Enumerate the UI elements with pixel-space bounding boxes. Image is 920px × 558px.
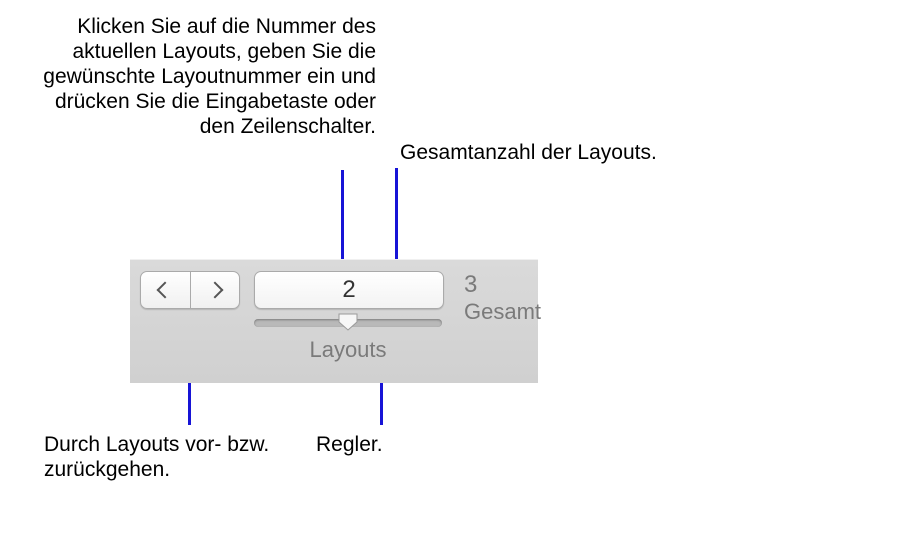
callout-total: Gesamtanzahl der Layouts.	[400, 140, 740, 165]
layout-stepper	[140, 271, 240, 309]
next-layout-button[interactable]	[191, 272, 240, 308]
layouts-panel: 2 3 Gesamt Layouts	[130, 259, 538, 383]
chevron-left-icon	[157, 282, 174, 299]
leader-line	[395, 168, 398, 268]
callout-numberfield: Klicken Sie auf die Nummer des aktuellen…	[24, 14, 376, 139]
layout-slider-knob[interactable]	[338, 313, 358, 331]
total-layout-count: 3	[464, 271, 477, 299]
callout-nav: Durch Layouts vor- bzw. zurückgehen.	[44, 432, 294, 482]
layout-slider-track[interactable]	[254, 319, 442, 327]
current-layout-field[interactable]: 2	[254, 271, 444, 309]
leader-line	[341, 170, 344, 272]
panel-section-label: Layouts	[254, 337, 442, 363]
chevron-right-icon	[206, 282, 223, 299]
callout-slider: Regler.	[316, 432, 466, 457]
prev-layout-button[interactable]	[141, 272, 191, 308]
total-layout-label: Gesamt	[464, 299, 541, 325]
